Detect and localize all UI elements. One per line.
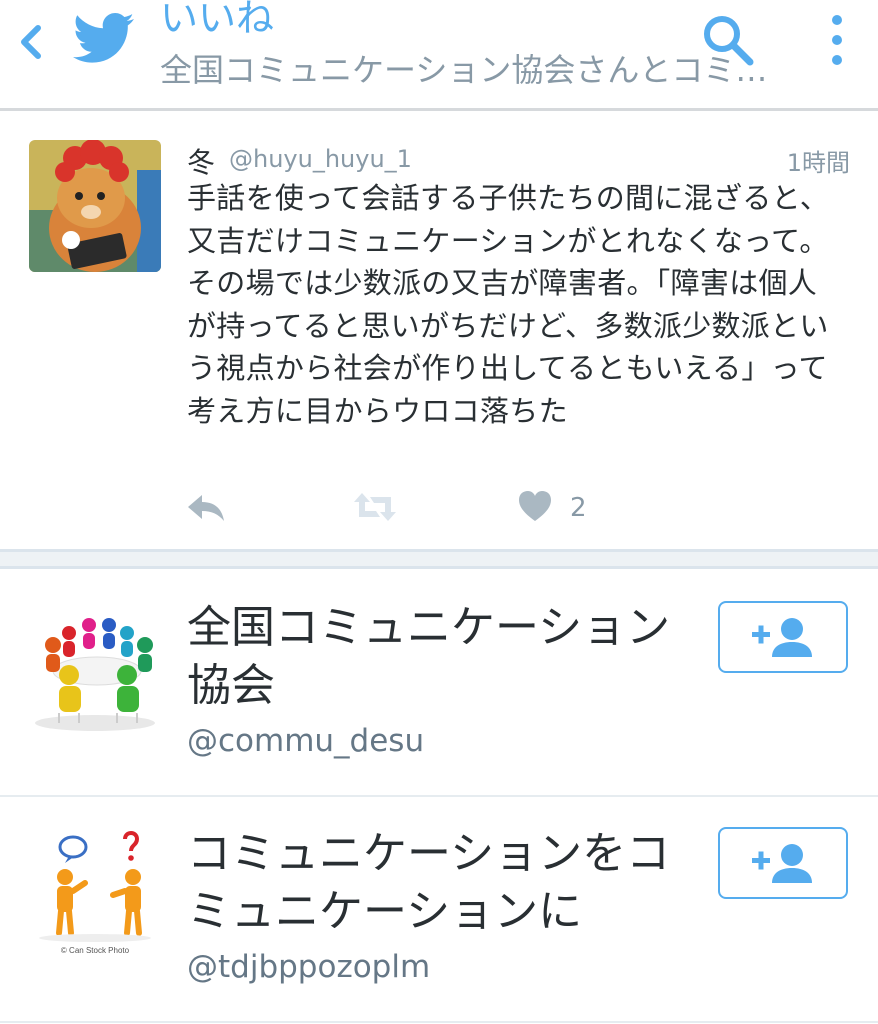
user-display-name[interactable]: 全国コミュニケーション協会 bbox=[187, 599, 687, 715]
page-title: いいね bbox=[160, 0, 275, 40]
user-handle: @tdjbppozoplm bbox=[187, 949, 431, 985]
tweet-author-name[interactable]: 冬 bbox=[187, 141, 215, 181]
user-handle: @commu_desu bbox=[187, 723, 425, 759]
user-display-name[interactable]: コミュニケーションをコミュニケーションに bbox=[187, 825, 687, 941]
back-arrow-icon[interactable] bbox=[12, 22, 52, 62]
user-avatar[interactable]: © Can Stock Photo bbox=[29, 825, 161, 957]
add-user-icon bbox=[752, 618, 812, 657]
follow-button[interactable] bbox=[718, 601, 848, 673]
search-icon[interactable] bbox=[700, 12, 758, 70]
section-divider bbox=[0, 549, 878, 569]
tweet-text: 手話を使って会話する子供たちの間に混ざると、又吉だけコミュニケーションがとれなく… bbox=[187, 181, 829, 428]
app-header: いいね 全国コミュニケーション協会さんとコミ… bbox=[0, 0, 878, 111]
heart-icon[interactable] bbox=[518, 489, 552, 525]
user-avatar[interactable] bbox=[29, 599, 161, 731]
add-user-icon bbox=[752, 844, 812, 883]
reply-icon[interactable] bbox=[186, 489, 226, 525]
like-count: 2 bbox=[570, 493, 587, 523]
watermark-text: © Can Stock Photo bbox=[61, 946, 130, 955]
tweet-timestamp: 1時間 bbox=[786, 149, 850, 177]
more-vertical-icon[interactable] bbox=[822, 8, 852, 72]
retweet-icon[interactable] bbox=[352, 489, 398, 525]
user-list-item[interactable]: © Can Stock Photo コミュニケーションをコミュニケーションに @… bbox=[0, 797, 878, 1023]
tweet-avatar[interactable] bbox=[29, 140, 161, 272]
user-list-item[interactable]: 全国コミュニケーション協会 @commu_desu bbox=[0, 571, 878, 797]
tweet-author-handle[interactable]: @huyu_huyu_1 bbox=[229, 145, 412, 173]
twitter-bird-icon bbox=[73, 13, 134, 63]
follow-button[interactable] bbox=[718, 827, 848, 899]
tweet-card[interactable]: 冬 @huyu_huyu_1 1時間 手話を使って会話する子供たちの間に混ざると… bbox=[0, 111, 878, 549]
